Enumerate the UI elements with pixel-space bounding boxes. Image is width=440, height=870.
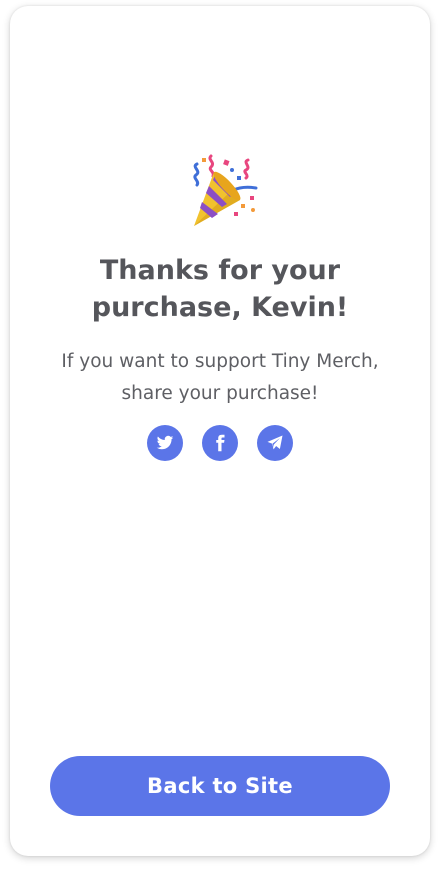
share-message: If you want to support Tiny Merch, share… [10, 346, 430, 410]
facebook-share-button[interactable] [202, 425, 238, 461]
share-buttons [10, 425, 430, 461]
confirmation-card: Thanks for your purchase, Kevin! If you … [10, 6, 430, 856]
share-message-line-2: share your purchase! [121, 383, 319, 404]
page-title: Thanks for your purchase, Kevin! [10, 252, 430, 326]
twitter-share-button[interactable] [147, 425, 183, 461]
facebook-icon [216, 434, 225, 452]
telegram-share-button[interactable] [257, 425, 293, 461]
telegram-icon [267, 435, 283, 450]
back-to-site-button[interactable]: Back to Site [50, 756, 390, 816]
share-message-line-1: If you want to support Tiny Merch, [61, 351, 379, 372]
party-popper-icon [193, 154, 258, 226]
title-line-1: Thanks for your [99, 255, 341, 286]
twitter-icon [156, 435, 174, 450]
title-line-2: purchase, Kevin! [91, 292, 349, 323]
